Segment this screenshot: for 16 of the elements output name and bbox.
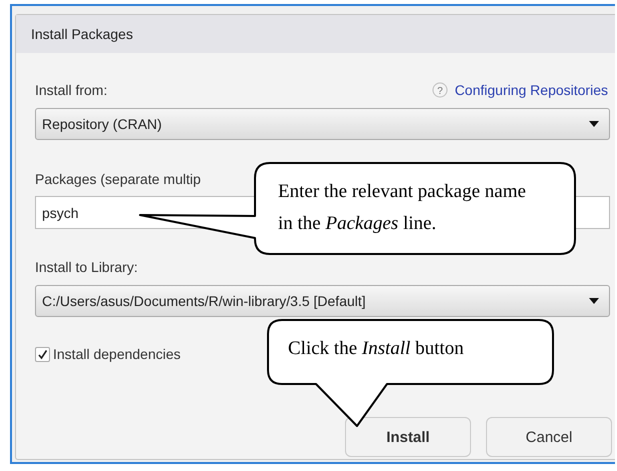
dropdown-arrow-icon (589, 298, 599, 304)
field-label: Packages (separate multip (35, 170, 201, 188)
window-title: Install Packages (31, 26, 133, 42)
help-link[interactable]: Configuring Repositories (454, 82, 608, 98)
library-dropdown[interactable]: C:/Users/asus/Documents/R/win-library/3.5 [Default] (35, 285, 610, 317)
help-icon[interactable]: ? (432, 82, 448, 98)
install-button[interactable]: Install (345, 417, 471, 457)
checkbox-label: Install dependencies (53, 345, 181, 363)
checkbox[interactable] (35, 346, 50, 362)
callout-text: Click the Install button (288, 337, 465, 361)
dropdown-arrow-icon (589, 121, 599, 127)
cancel-button[interactable]: Cancel (486, 417, 612, 457)
field-label: Install to Library: (35, 258, 138, 276)
callout-text: Enter the relevant package name in the Packages line. (278, 180, 527, 236)
field-label: Install from: (35, 81, 108, 99)
source-dropdown[interactable]: Repository (CRAN) (35, 108, 610, 140)
